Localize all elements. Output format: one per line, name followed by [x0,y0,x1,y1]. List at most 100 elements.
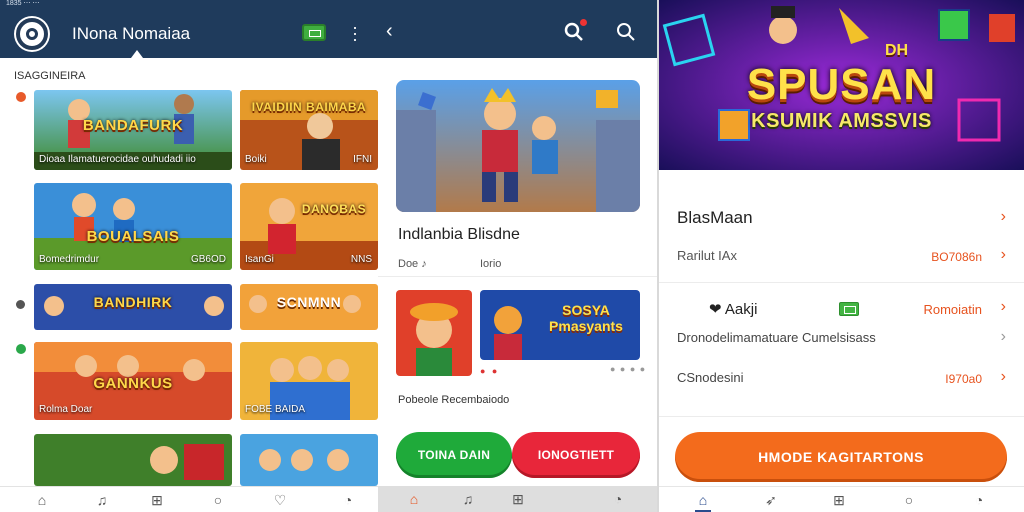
tile-caption: Boiki [245,154,267,165]
game-tile[interactable]: SCNMNN [240,284,378,330]
tile-caption-right: NNS [350,254,372,265]
tile-art [240,434,378,486]
chat-icon[interactable]: ○ [901,493,917,507]
apps-icon[interactable]: ⊞ [831,493,847,507]
tile-caption-right: IFNI [353,154,372,165]
row-label: BlasMaan [677,208,753,227]
row-label: ❤ Aakji [709,301,758,318]
home-icon[interactable]: ⌂ [406,492,422,506]
secondary-action-button[interactable]: IONOGTIETT [512,432,640,478]
chevron-right-icon: › [1000,328,1006,345]
thumbnail-headline: SOSYA Pmasyants [549,302,623,334]
bell-icon[interactable]: ♫ [460,492,476,506]
send-icon[interactable]: ➶ [763,493,779,507]
pager-dots: ● ● [480,366,500,376]
bottom-navigation: ⌂ ♫ ⊞ ◔ [378,486,657,512]
app-logo-icon[interactable] [16,18,48,50]
heart-icon[interactable]: ♡ [272,493,288,507]
right-screen: DH SPUSAN KSUMIK AMSSVIS BlasMaan › Rari… [659,0,1024,512]
hero-banner[interactable] [396,80,640,212]
new-icon [16,344,26,354]
row-value: Romoiatin [923,302,982,317]
chat-icon[interactable]: ○ [210,493,226,507]
game-tile[interactable]: BANDHIRK [34,284,232,330]
ticket-icon[interactable] [302,24,326,41]
game-tile[interactable]: BANDAFURK Dioaa Ilamatuerocidae ouhudadi… [34,90,232,170]
search-icon[interactable] [616,22,636,42]
row-value: I970a0 [945,372,982,386]
more-menu-icon[interactable]: · · · [350,18,360,48]
settings-row[interactable]: Rarilut IAx BO7086n › [659,246,1024,270]
chevron-right-icon: › [1000,368,1006,385]
tile-headline: IVAIDIIN BAIMABA [251,99,367,114]
active-tab-indicator [131,50,143,58]
game-meta: Iorio [480,258,502,270]
hot-icon [16,92,26,102]
settings-row[interactable]: BlasMaan › [659,206,1024,236]
profile-icon[interactable]: ◔ [971,493,987,507]
game-tile[interactable] [34,434,232,486]
thumbnail-art [396,290,472,376]
banner-title: SPUSAN [746,60,937,109]
row-label: Rarilut IAx [677,248,737,263]
home-icon[interactable]: ⌂ [34,493,50,507]
bottom-navigation: ⌂ ♫ ⊞ ○ ♡ ◔ [0,486,378,512]
settings-row[interactable]: Dronodelimamatuare Cumelsisass › [659,328,1024,352]
main-cta-button[interactable]: HMODE KAGITARTONS [675,432,1007,482]
back-arrow-icon[interactable]: ‹ [386,20,393,43]
game-meta: Doe ♪ [398,258,427,270]
game-tile[interactable]: GANNKUS Rolma Doar [34,342,232,420]
tile-headline: SCNMNN [276,294,342,311]
banner-subtitle: KSUMIK AMSSVIS [751,110,932,132]
chevron-right-icon: › [1000,208,1006,225]
divider [378,276,657,277]
middle-screen: ‹ Indlanbia Blisdne Doe ♪ Iorio SOSYA Pm… [378,0,657,512]
status-bar: 1835 ⋯ ⋯ [6,0,40,7]
tile-caption-right: GB6OD [190,254,226,265]
banner-corner-text: DH [885,42,909,59]
detail-header: ‹ [378,0,657,58]
settings-row[interactable]: CSnodesini I970a0 › [659,368,1024,392]
tile-headline: BANDHIRK [93,294,173,311]
profile-icon[interactable]: ◔ [340,493,356,507]
apps-icon[interactable]: ⊞ [510,492,526,506]
hero-art [396,80,640,212]
thumbnail-tile[interactable]: SOSYA Pmasyants [480,290,640,360]
thumbnail-tile[interactable] [396,290,472,376]
tile-headline: GANNKUS [93,374,173,392]
game-tile[interactable]: DANOBAS IsanGi NNS [240,183,378,270]
app-header: 1835 ⋯ ⋯ INona Nomaiaa · · · [0,0,378,58]
game-tile[interactable]: IVAIDIIN BAIMABA Boiki IFNI [240,90,378,170]
settings-row[interactable]: ❤ Aakji Romoiatin › [659,298,1024,322]
tile-caption: FOBE BAIDA [245,404,306,415]
promo-banner[interactable]: DH SPUSAN KSUMIK AMSSVIS [659,0,1024,170]
tile-art [34,434,232,486]
game-title: Indlanbia Blisdne [398,226,520,243]
row-label: Dronodelimamatuare Cumelsisass [677,330,876,345]
game-tile[interactable]: FOBE BAIDA [240,342,378,420]
tile-headline: BANDAFURK [82,117,184,135]
settings-icon [16,300,25,309]
bell-icon[interactable]: ♫ [94,493,110,507]
row-value: BO7086n [931,250,982,264]
game-tile[interactable]: BOUALSAIS Bomedrimdur GB6OD [34,183,232,270]
game-tile[interactable] [240,434,378,486]
more-dots-icon[interactable]: ● ● ● ● [610,364,646,374]
tile-caption: Bomedrimdur [39,254,100,265]
bottom-navigation: ⌂ ➶ ⊞ ○ ◔ [659,486,1024,512]
tile-caption: IsanGi [245,254,274,265]
chevron-right-icon: › [1000,246,1006,263]
section-title: ISAGGINEIRA [14,70,86,82]
home-icon[interactable]: ⌂ [695,493,711,507]
profile-icon[interactable]: ◔ [610,492,626,506]
apps-icon[interactable]: ⊞ [149,493,165,507]
detail-body: Indlanbia Blisdne Doe ♪ Iorio SOSYA Pmas… [378,58,657,488]
divider [659,416,1024,417]
tile-headline: DANOBAS [301,202,367,217]
tile-caption: Rolma Doar [39,404,93,415]
row-label: CSnodesini [677,370,744,385]
chevron-right-icon: › [1000,298,1006,315]
primary-action-button[interactable]: TOINA DAIN [396,432,512,478]
tile-caption: Dioaa Ilamatuerocidae ouhudadi iio [39,154,196,165]
ticket-icon [839,302,859,316]
